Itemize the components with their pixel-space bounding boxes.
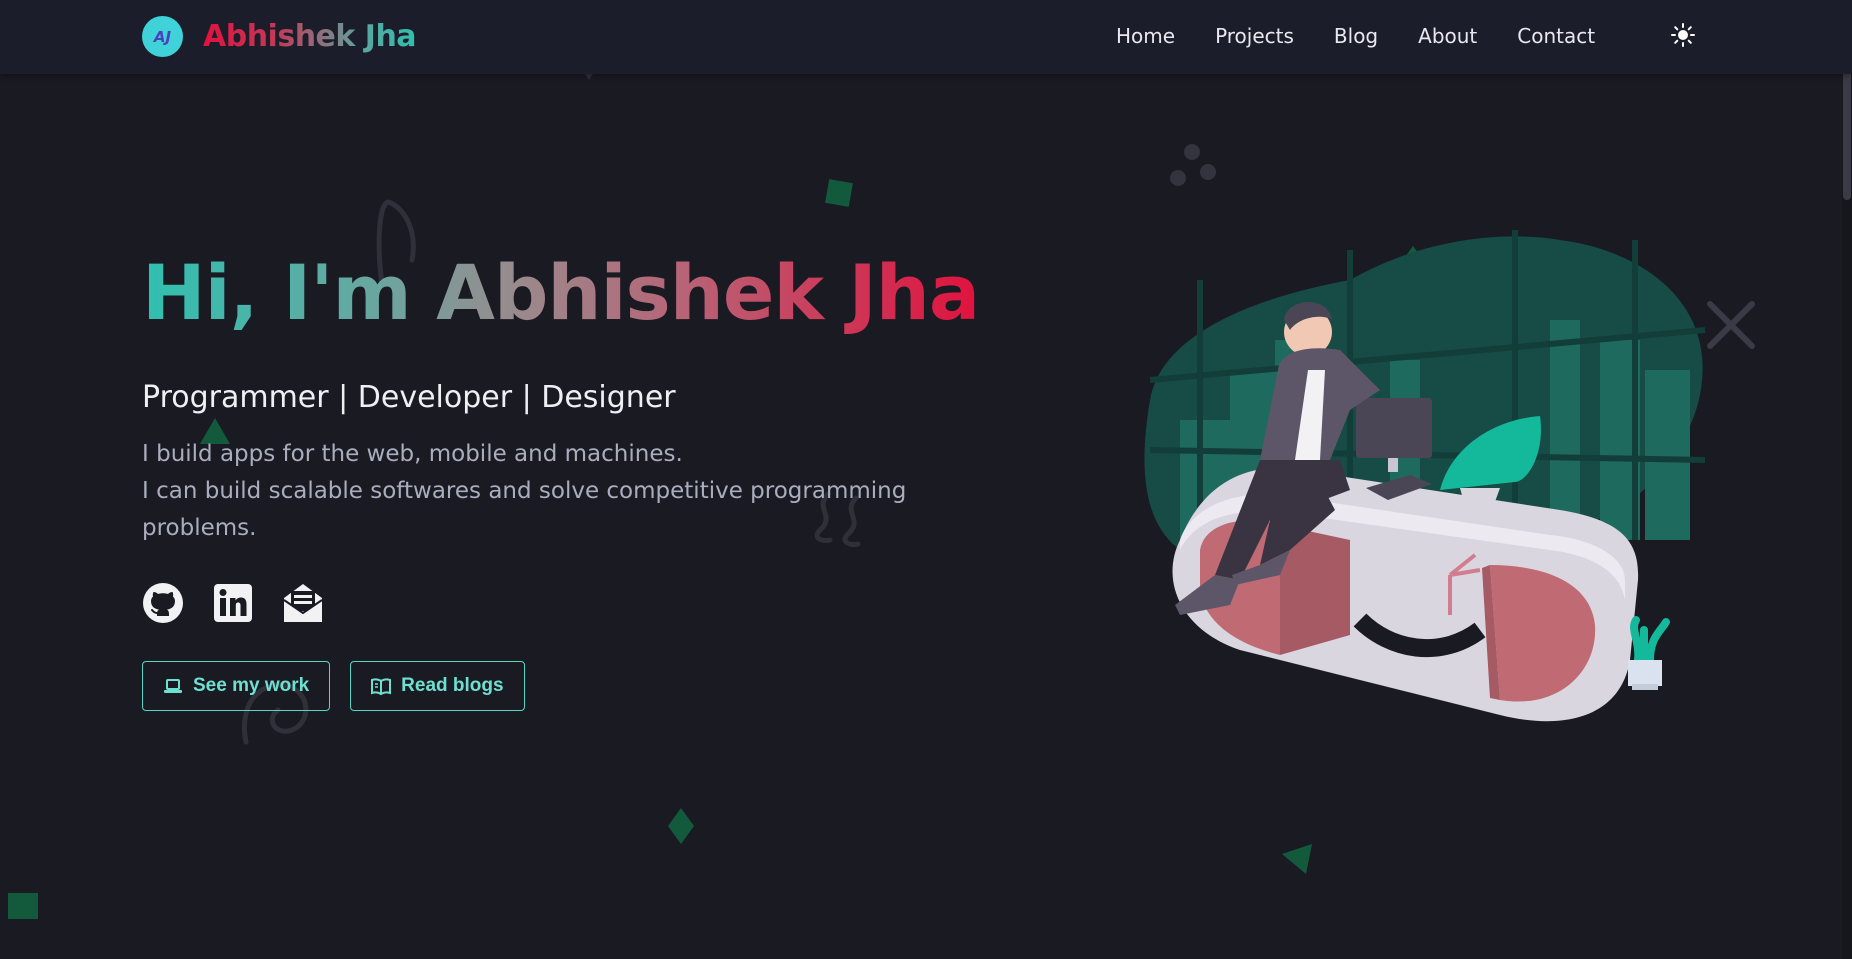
brand-name: Abhishek Jha [203, 19, 417, 54]
nav-link-contact[interactable]: Contact [1517, 24, 1595, 48]
hero-description-line: I can build scalable softwares and solve… [142, 478, 907, 541]
decorative-dots-shape [1170, 144, 1216, 186]
brand-logo: AJ [142, 16, 183, 57]
hero-actions: See my work Read blogs [142, 661, 545, 711]
book-icon [371, 678, 392, 696]
navbar: AJ Abhishek Jha Home Projects Blog About… [0, 0, 1852, 74]
decorative-triangle-shape [1282, 844, 1312, 874]
see-my-work-label: See my work [193, 675, 310, 696]
hero-description-line: I build apps for the web, mobile and mac… [142, 441, 683, 467]
github-icon [143, 583, 183, 623]
decorative-diamond-shape [668, 808, 694, 844]
hero-description: I build apps for the web, mobile and mac… [142, 436, 942, 547]
linkedin-icon [214, 584, 252, 622]
nav-link-projects[interactable]: Projects [1215, 24, 1294, 48]
hero-title: Hi, I'm Abhishek Jha [142, 248, 980, 337]
newsletter-link[interactable] [282, 582, 324, 624]
newsletter-icon [283, 584, 323, 622]
nav-link-home[interactable]: Home [1116, 24, 1175, 48]
sun-icon [1671, 23, 1695, 47]
read-blogs-button[interactable]: Read blogs [350, 661, 525, 711]
linkedin-link[interactable] [212, 582, 254, 624]
laptop-icon [164, 679, 182, 693]
nav-link-blog[interactable]: Blog [1334, 24, 1378, 48]
github-link[interactable] [142, 582, 184, 624]
scrollbar[interactable] [1842, 0, 1852, 959]
social-links [142, 582, 352, 624]
developer-at-desk-illustration [1144, 230, 1706, 722]
see-my-work-button[interactable]: See my work [142, 661, 331, 711]
read-blogs-label: Read blogs [401, 675, 504, 696]
decorative-square-shape [8, 893, 38, 919]
theme-toggle-button[interactable] [1670, 22, 1696, 48]
hero-subtitle: Programmer | Developer | Designer [142, 380, 676, 415]
decorative-square-shape [825, 179, 853, 207]
brand-home-link[interactable]: AJ Abhishek Jha [142, 16, 417, 57]
nav-link-about[interactable]: About [1418, 24, 1477, 48]
nav-links: Home Projects Blog About Contact [1116, 24, 1635, 48]
